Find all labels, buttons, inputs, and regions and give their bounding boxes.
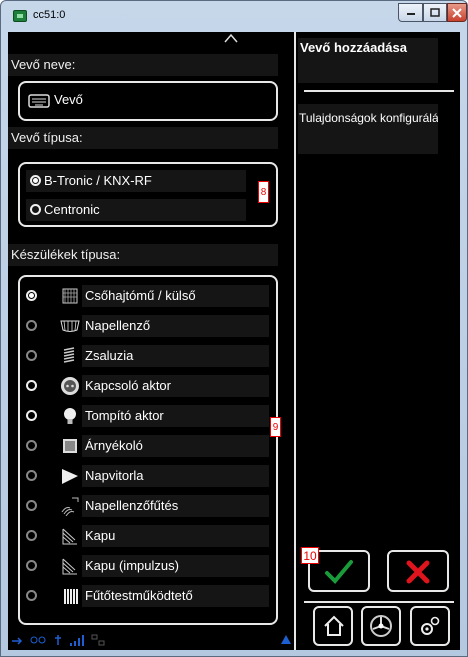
- device-option-gate-impulse[interactable]: Kapu (impulzus): [20, 551, 276, 581]
- home-icon: [324, 615, 344, 636]
- x-icon: [406, 560, 430, 584]
- radio-selected-icon: [26, 290, 37, 301]
- radio-icon: [26, 470, 37, 481]
- device-label: Napellenző: [82, 315, 269, 337]
- receiver-name-field[interactable]: Vevő: [18, 81, 278, 121]
- device-option-dimmer-actuator[interactable]: Tompító aktor: [20, 401, 276, 431]
- gate-icon: [62, 528, 77, 545]
- device-label: Csőhajtómű / külső: [82, 285, 269, 307]
- venetian-blind-icon: [63, 347, 75, 363]
- device-types-label: Készülékek típusa:: [8, 244, 278, 266]
- radio-icon: [26, 380, 37, 391]
- pane-divider: [294, 32, 296, 650]
- receiver-name-value: Vevő: [54, 92, 83, 107]
- close-button[interactable]: [447, 3, 467, 22]
- maximize-icon: [430, 8, 440, 17]
- window-title: cc51:0: [33, 9, 66, 21]
- callout-marker-10: 10: [301, 547, 319, 564]
- radio-icon: [26, 320, 37, 331]
- device-option-sun-sail[interactable]: Napvitorla: [20, 461, 276, 491]
- right-pane: Vevő hozzáadása Tulajdonságok konfigurál…: [298, 32, 460, 650]
- device-fan-button[interactable]: [361, 606, 401, 646]
- page-title: Vevő hozzáadása: [298, 38, 438, 83]
- title-bar[interactable]: cc51:0: [1, 1, 467, 31]
- app-window: cc51:0 Vevő neve: Vevő Vevő típusa: B-Tr…: [0, 0, 468, 657]
- radio-icon: [30, 204, 41, 215]
- radio-icon: [26, 410, 37, 421]
- divider: [304, 601, 454, 603]
- device-label: Napellenzőfűtés: [82, 495, 269, 517]
- radio-icon: [26, 560, 37, 571]
- fan-icon: [370, 615, 392, 637]
- device-type-group: 9 Csőhajtómű / külső Napellenző Zsaluzia: [18, 275, 281, 625]
- connection-status-icons: [12, 634, 105, 646]
- device-option-shade[interactable]: Árnyékoló: [20, 431, 276, 461]
- status-bar: [8, 630, 291, 650]
- device-label: Árnyékoló: [82, 435, 269, 457]
- page-subtitle: Tulajdonságok konfigurálása: [298, 104, 438, 154]
- device-label: Napvitorla: [82, 465, 269, 487]
- socket-switch-icon: [61, 377, 79, 395]
- scroll-up-icon[interactable]: [224, 32, 238, 44]
- home-button[interactable]: [313, 606, 353, 646]
- radio-icon: [26, 440, 37, 451]
- shade-icon: [63, 439, 77, 453]
- app-icon: [13, 10, 27, 22]
- callout-marker-8: 8: [258, 181, 269, 203]
- triangle-indicator-icon: [281, 635, 291, 644]
- minimize-icon: [406, 12, 415, 15]
- maximize-button[interactable]: [423, 3, 447, 22]
- left-pane: Vevő neve: Vevő Vevő típusa: B-Tronic / …: [8, 32, 291, 650]
- client-area: Vevő neve: Vevő Vevő típusa: B-Tronic / …: [8, 32, 460, 650]
- awning-icon: [60, 320, 80, 332]
- device-label: Kapu: [82, 525, 269, 547]
- radio-icon: [26, 590, 37, 601]
- device-label: Tompító aktor: [82, 405, 269, 427]
- radio-icon: [26, 500, 37, 511]
- receiver-type-option-label: Centronic: [44, 202, 100, 217]
- device-option-switch-actuator[interactable]: Kapcsoló aktor: [20, 371, 276, 401]
- device-label: Fűtőtestműködtető: [82, 585, 269, 607]
- checkmark-icon: [325, 560, 353, 584]
- device-option-tubular-motor[interactable]: Csőhajtómű / külső: [20, 281, 276, 311]
- close-icon: [452, 7, 462, 18]
- device-option-awning[interactable]: Napellenző: [20, 311, 276, 341]
- sail-icon: [62, 469, 78, 484]
- device-label: Zsaluzia: [82, 345, 269, 367]
- awning-heater-icon: [61, 497, 79, 516]
- receiver-type-option-label: B-Tronic / KNX-RF: [44, 173, 152, 188]
- device-option-awning-heater[interactable]: Napellenzőfűtés: [20, 491, 276, 521]
- device-option-gate[interactable]: Kapu: [20, 521, 276, 551]
- settings-button[interactable]: [410, 606, 450, 646]
- gate-impulse-icon: [62, 558, 77, 575]
- device-label: Kapcsoló aktor: [82, 375, 269, 397]
- gear-icon: [421, 616, 440, 635]
- device-option-radiator-actuator[interactable]: Fűtőtestműködtető: [20, 581, 276, 611]
- keyboard-icon: [28, 94, 50, 108]
- cancel-button[interactable]: [387, 550, 449, 592]
- minimize-button[interactable]: [398, 3, 423, 22]
- receiver-type-group: B-Tronic / KNX-RF Centronic 8: [18, 162, 278, 227]
- divider: [304, 90, 454, 92]
- device-option-venetian-blind[interactable]: Zsaluzia: [20, 341, 276, 371]
- bulb-icon: [64, 408, 76, 424]
- receiver-type-option-btronic[interactable]: B-Tronic / KNX-RF: [26, 170, 246, 192]
- receiver-name-label: Vevő neve:: [8, 54, 278, 76]
- radio-icon: [26, 530, 37, 541]
- radio-selected-icon: [30, 175, 41, 186]
- radiator-actuator-icon: [64, 589, 78, 604]
- tubular-motor-icon: [62, 288, 78, 304]
- receiver-type-label: Vevő típusa:: [8, 127, 278, 149]
- receiver-type-option-centronic[interactable]: Centronic: [26, 199, 246, 221]
- device-label: Kapu (impulzus): [82, 555, 269, 577]
- radio-icon: [26, 350, 37, 361]
